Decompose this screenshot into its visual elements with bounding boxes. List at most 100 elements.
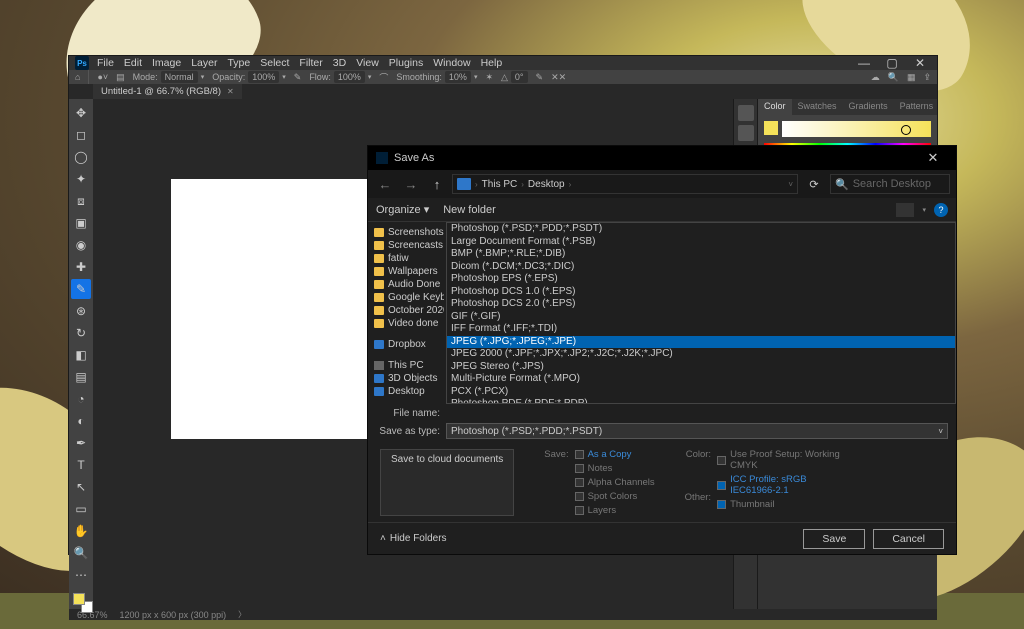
panel-tab-gradients[interactable]: Gradients: [843, 99, 894, 115]
menu-type[interactable]: Type: [227, 57, 250, 69]
format-option[interactable]: JPEG 2000 (*.JPF;*.JPX;*.JP2;*.J2C;*.J2K…: [447, 348, 955, 361]
zoom-tool[interactable]: 🔍: [71, 543, 91, 563]
pressure-size-icon[interactable]: ✎: [536, 72, 544, 83]
document-canvas[interactable]: [171, 179, 381, 439]
menu-help[interactable]: Help: [481, 57, 503, 69]
menu-3d[interactable]: 3D: [333, 57, 346, 69]
stamp-tool[interactable]: ⊛: [71, 301, 91, 321]
shape-tool[interactable]: ▭: [71, 499, 91, 519]
search-box[interactable]: 🔍 Search Desktop: [830, 174, 950, 194]
marquee-tool[interactable]: ◻: [71, 125, 91, 145]
breadcrumb-dropdown-icon[interactable]: ˅: [788, 180, 793, 189]
airbrush-icon[interactable]: ⌒: [379, 71, 388, 84]
move-tool[interactable]: ✥: [71, 103, 91, 123]
format-option[interactable]: Photoshop EPS (*.EPS): [447, 273, 955, 286]
saveastype-dropdown[interactable]: Photoshop (*.PSD;*.PDD;*.PSDT) ˅: [446, 423, 948, 439]
path-tool[interactable]: ↖: [71, 477, 91, 497]
pressure-opacity-icon[interactable]: ✎: [294, 72, 302, 83]
format-option[interactable]: IFF Format (*.IFF;*.TDI): [447, 323, 955, 336]
format-option[interactable]: BMP (*.BMP;*.RLE;*.DIB): [447, 248, 955, 261]
doc-info[interactable]: 1200 px x 600 px (300 ppi): [120, 610, 227, 620]
home-icon[interactable]: ⌂: [75, 72, 80, 82]
mode-dropdown[interactable]: Normal: [161, 71, 198, 83]
sidebar-folder[interactable]: 3D Objects: [368, 372, 444, 385]
workspace-icon[interactable]: ▦: [907, 72, 916, 83]
format-option[interactable]: Photoshop DCS 1.0 (*.EPS): [447, 286, 955, 299]
forward-button[interactable]: →: [400, 174, 422, 194]
search-icon[interactable]: 🔍: [888, 72, 899, 83]
brush-panel-icon[interactable]: ▤: [116, 72, 125, 83]
format-option[interactable]: Photoshop PDF (*.PDF;*.PDP): [447, 398, 955, 404]
format-dropdown-list[interactable]: Photoshop (*.PSD;*.PDD;*.PSDT)Large Docu…: [446, 222, 956, 404]
blur-tool[interactable]: ◔: [71, 389, 91, 409]
smoothing-value[interactable]: 10%: [445, 71, 471, 83]
ps-titlebar[interactable]: Ps FileEditImageLayerTypeSelectFilter3DV…: [69, 56, 937, 70]
menu-plugins[interactable]: Plugins: [389, 57, 423, 69]
doc-info-chevron-icon[interactable]: 〉: [238, 609, 246, 620]
menu-image[interactable]: Image: [152, 57, 181, 69]
type-tool[interactable]: T: [71, 455, 91, 475]
format-option[interactable]: PCX (*.PCX): [447, 386, 955, 399]
dodge-tool[interactable]: ◐: [71, 411, 91, 431]
gradient-tool[interactable]: ▤: [71, 367, 91, 387]
format-option[interactable]: Photoshop (*.PSD;*.PDD;*.PSDT): [447, 223, 955, 236]
brush-tool[interactable]: ✎: [71, 279, 91, 299]
smoothing-options-icon[interactable]: ✶: [485, 72, 493, 83]
panel-icon[interactable]: [738, 125, 754, 141]
close-button[interactable]: ✕: [909, 56, 931, 70]
sidebar-folder[interactable]: October 2020: [368, 304, 444, 317]
format-option[interactable]: Dicom (*.DCM;*.DC3;*.DIC): [447, 261, 955, 274]
opacity-value[interactable]: 100%: [248, 71, 279, 83]
flow-value[interactable]: 100%: [334, 71, 365, 83]
color-swatch[interactable]: [73, 593, 89, 609]
menu-file[interactable]: File: [97, 57, 114, 69]
back-button[interactable]: ←: [374, 174, 396, 194]
menu-window[interactable]: Window: [433, 57, 470, 69]
panel-tab-patterns[interactable]: Patterns: [894, 99, 940, 115]
minimize-button[interactable]: —: [853, 56, 875, 70]
brush-preset-icon[interactable]: ●˅: [97, 72, 108, 82]
maximize-button[interactable]: ▢: [881, 56, 903, 70]
organize-button[interactable]: Organize ▾: [376, 203, 429, 216]
sidebar-folder[interactable]: Desktop: [368, 385, 444, 398]
document-tab[interactable]: Untitled-1 @ 66.7% (RGB/8) ✕: [93, 84, 242, 99]
breadcrumb-item[interactable]: Desktop: [528, 179, 565, 190]
symmetry-icon[interactable]: ✕✕: [551, 72, 566, 83]
panel-icon[interactable]: [738, 105, 754, 121]
thumbnail-checkbox[interactable]: Thumbnail: [717, 499, 840, 510]
pen-tool[interactable]: ✒: [71, 433, 91, 453]
save-button[interactable]: Save: [803, 529, 865, 549]
refresh-button[interactable]: ⟳: [802, 178, 826, 191]
format-option[interactable]: JPEG Stereo (*.JPS): [447, 361, 955, 374]
cloud-icon[interactable]: ☁: [871, 72, 880, 83]
up-button[interactable]: ↑: [426, 174, 448, 194]
menu-edit[interactable]: Edit: [124, 57, 142, 69]
frame-tool[interactable]: ▣: [71, 213, 91, 233]
sidebar-folder[interactable]: Dropbox: [368, 338, 444, 351]
cancel-button[interactable]: Cancel: [873, 529, 944, 549]
angle-value[interactable]: 0°: [511, 71, 528, 83]
menu-filter[interactable]: Filter: [299, 57, 322, 69]
format-option[interactable]: Multi-Picture Format (*.MPO): [447, 373, 955, 386]
panel-tab-swatches[interactable]: Swatches: [792, 99, 843, 115]
sidebar-folder[interactable]: fatiw: [368, 252, 444, 265]
crop-tool[interactable]: ⧈: [71, 191, 91, 211]
panel-tab-color[interactable]: Color: [758, 99, 792, 115]
lasso-tool[interactable]: ◯: [71, 147, 91, 167]
sidebar-folder[interactable]: This PC: [368, 359, 444, 372]
eraser-tool[interactable]: ◧: [71, 345, 91, 365]
saturation-picker[interactable]: [782, 121, 931, 137]
close-button[interactable]: ✕: [918, 150, 948, 166]
hand-tool[interactable]: ✋: [71, 521, 91, 541]
format-option[interactable]: JPEG (*.JPG;*.JPEG;*.JPE): [447, 336, 955, 349]
hide-folders-button[interactable]: ˄ Hide Folders: [380, 533, 447, 544]
menu-select[interactable]: Select: [260, 57, 289, 69]
saveas-titlebar[interactable]: Save As ✕: [368, 146, 956, 170]
icc-profile-checkbox[interactable]: ICC Profile: sRGB IEC61966-2.1: [717, 474, 840, 496]
save-to-cloud-button[interactable]: Save to cloud documents: [380, 449, 514, 516]
breadcrumb-bar[interactable]: › This PC › Desktop › ˅: [452, 174, 798, 194]
view-mode-button[interactable]: [896, 203, 914, 217]
sidebar-folder[interactable]: Screenshots: [368, 226, 444, 239]
breadcrumb-item[interactable]: This PC: [482, 179, 518, 190]
format-option[interactable]: Photoshop DCS 2.0 (*.EPS): [447, 298, 955, 311]
